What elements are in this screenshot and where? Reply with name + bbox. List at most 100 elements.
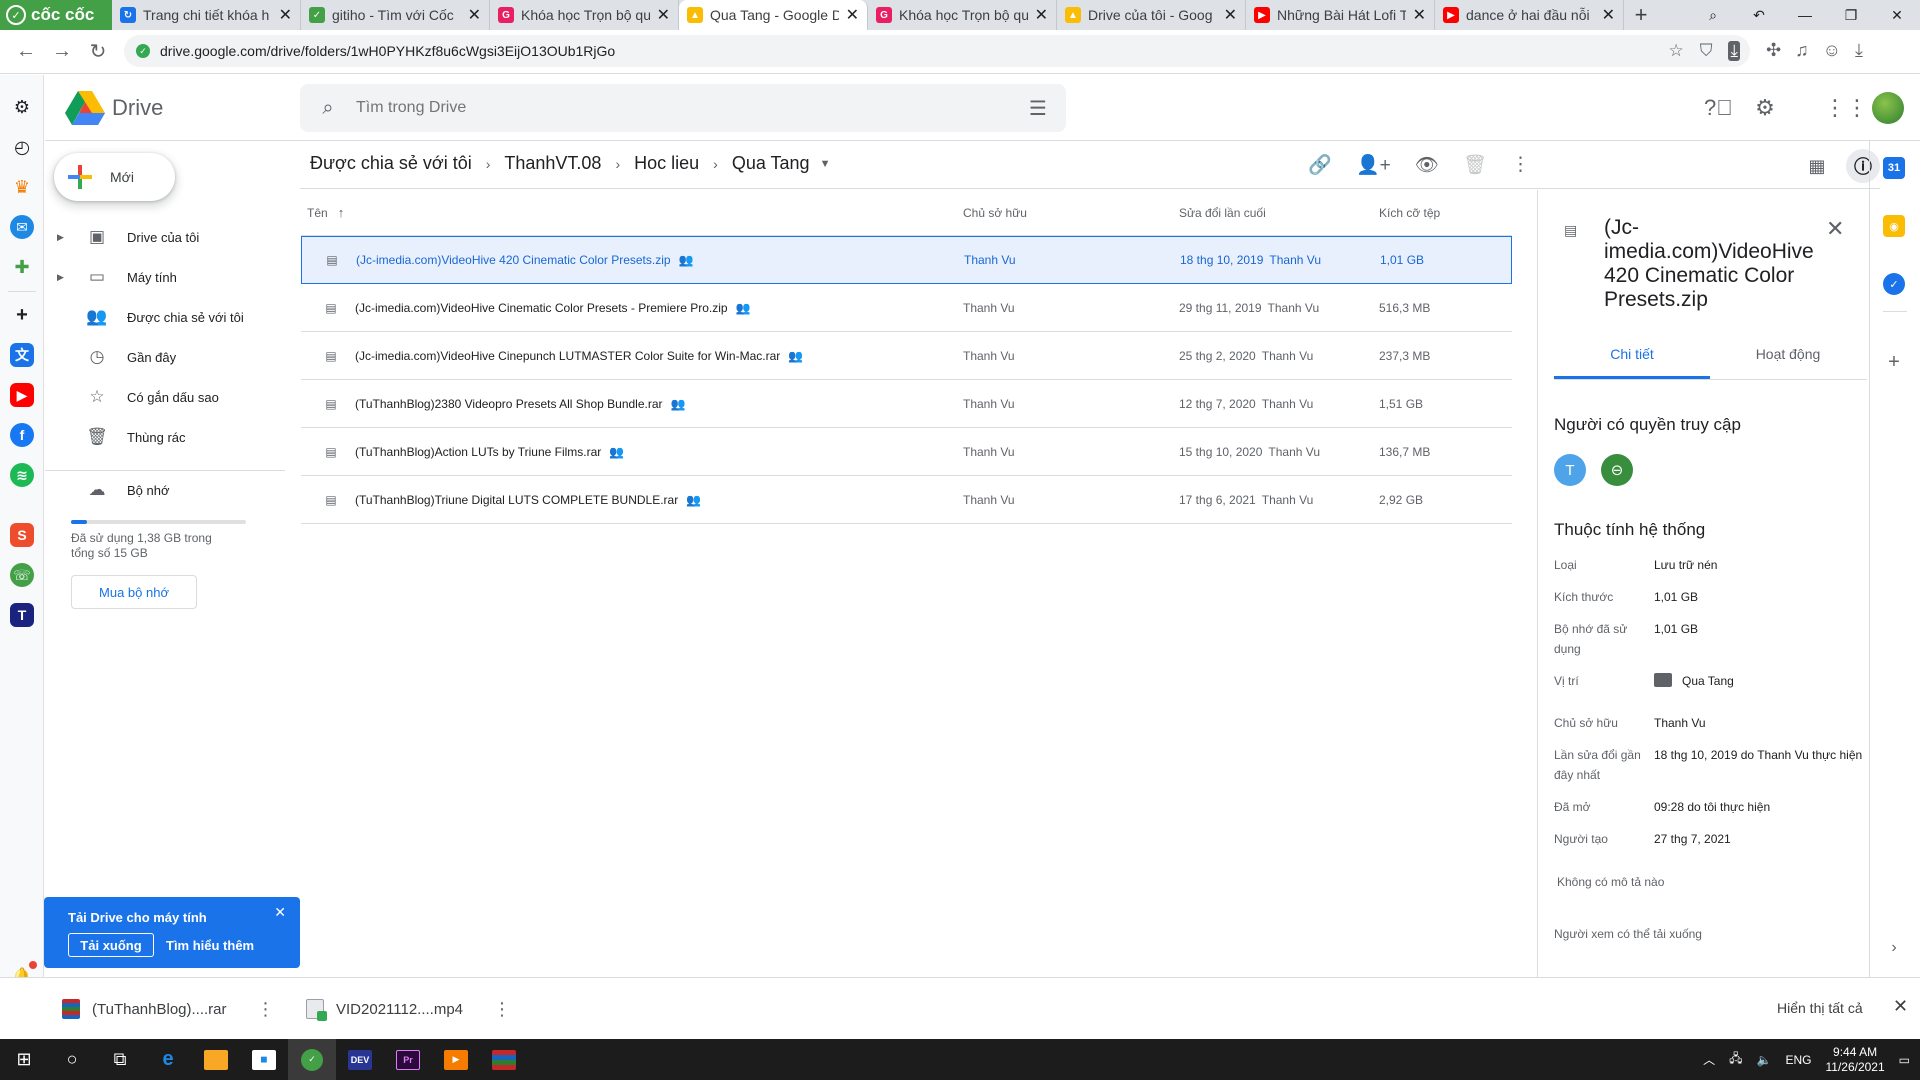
nav-item-trash[interactable]: 🗑 Thùng rác <box>45 421 285 453</box>
close-tab-icon[interactable]: ✕ <box>657 5 670 25</box>
coccoc-menu-button[interactable]: ✓ cốc cốc <box>0 0 112 30</box>
tray-chevron-up-icon[interactable]: ︿ <box>1703 1051 1715 1068</box>
media-control-icon[interactable]: ♫ <box>1795 40 1809 61</box>
nav-item-computer[interactable]: ▶ ▭ Máy tính <box>45 261 285 293</box>
nav-item-drive[interactable]: ▶ ▣ Drive của tôi <box>45 221 285 253</box>
apps-grid-icon[interactable]: ⋮⋮⋮ <box>1824 95 1890 121</box>
extensions-puzzle-icon[interactable]: ✣ <box>1766 40 1781 61</box>
column-header-owner[interactable]: Chủ sở hữu <box>963 206 1179 220</box>
restore-button[interactable]: ❐ <box>1828 7 1874 24</box>
file-row[interactable]: ▤ (Jc-imedia.com)VideoHive 420 Cinematic … <box>301 236 1512 284</box>
drive-logo-text[interactable]: Drive <box>112 95 163 121</box>
close-tab-icon[interactable]: ✕ <box>846 5 859 25</box>
profile-icon[interactable]: ☺ <box>1823 40 1841 61</box>
close-window-button[interactable]: ✕ <box>1874 7 1920 24</box>
address-bar[interactable]: ✓ drive.google.com/drive/folders/1wH0PYH… <box>124 35 1750 67</box>
taskbar-search-icon[interactable]: ○ <box>48 1039 96 1080</box>
column-header-name[interactable]: Tên <box>307 206 328 220</box>
expand-caret-icon[interactable]: ▶ <box>57 272 71 283</box>
expand-panel-chevron-icon[interactable]: › <box>1883 937 1905 959</box>
bookmark-star-icon[interactable]: ☆ <box>1668 41 1683 61</box>
file-row[interactable]: ▤ (TuThanhBlog)Action LUTs by Triune Film… <box>301 428 1512 476</box>
folder-dropdown-icon[interactable]: ▼ <box>820 158 831 170</box>
browser-tab[interactable]: G Khóa học Trọn bộ qu ✕ <box>868 0 1057 30</box>
tab-details[interactable]: Chi tiết <box>1554 344 1710 379</box>
search-icon[interactable]: ⌕ <box>300 97 356 120</box>
close-tab-icon[interactable]: ✕ <box>279 5 292 25</box>
file-row[interactable]: ▤ (TuThanhBlog)2380 Videopro Presets All … <box>301 380 1512 428</box>
media-player-icon[interactable]: ▶ <box>432 1039 480 1080</box>
buy-storage-button[interactable]: Mua bộ nhớ <box>71 575 197 609</box>
drive-logo-icon[interactable] <box>65 91 105 125</box>
location-link[interactable]: Qua Tang <box>1682 674 1734 688</box>
reload-icon[interactable]: ↻ <box>80 39 116 64</box>
nav-item-shared[interactable]: 👥 Được chia sẻ với tôi <box>45 301 285 333</box>
add-sidebar-app-icon[interactable]: + <box>10 303 34 327</box>
get-link-icon[interactable]: 🔗 <box>1308 153 1332 177</box>
download-item-menu-icon[interactable]: ⋮ <box>493 999 511 1020</box>
spotify-icon[interactable]: ≋ <box>10 463 34 487</box>
new-button[interactable]: Mới <box>54 153 175 201</box>
keep-icon[interactable]: ◉ <box>1883 215 1905 237</box>
winrar-taskbar-icon[interactable] <box>480 1039 528 1080</box>
get-addons-icon[interactable]: + <box>1883 351 1905 373</box>
tasks-icon[interactable]: ✓ <box>1883 273 1905 295</box>
access-link-icon[interactable]: ⊖ <box>1601 454 1633 486</box>
file-row[interactable]: ▤ (Jc-imedia.com)VideoHive Cinematic Colo… <box>301 284 1512 332</box>
show-all-downloads-link[interactable]: Hiển thị tất cả <box>1777 1000 1863 1016</box>
sort-arrow-up-icon[interactable]: ↑ <box>338 205 345 220</box>
coccoc-taskbar-icon[interactable]: ✓ <box>288 1039 336 1080</box>
chat-icon[interactable]: ☏ <box>10 563 34 587</box>
browser-tab[interactable]: ↻ Trang chi tiết khóa h ✕ <box>112 0 301 30</box>
settings-gear-icon[interactable]: ⚙ <box>1752 95 1778 121</box>
browser-tab[interactable]: ▶ Những Bài Hát Lofi T ✕ <box>1246 0 1435 30</box>
close-details-icon[interactable]: ✕ <box>1826 216 1844 242</box>
action-center-icon[interactable]: ▭ <box>1899 1053 1910 1067</box>
tab-search-icon[interactable]: ⌕ <box>1690 7 1736 24</box>
game-controller-icon[interactable]: ✚ <box>10 255 34 279</box>
preview-eye-icon[interactable]: 👁 <box>1415 153 1439 177</box>
premiere-pro-icon[interactable]: Pr <box>384 1039 432 1080</box>
download-icon[interactable]: ⤓ <box>1728 41 1740 61</box>
access-user-avatar[interactable]: T <box>1554 454 1586 486</box>
tiki-icon[interactable]: T <box>10 603 34 627</box>
close-tab-icon[interactable]: ✕ <box>1602 5 1615 25</box>
shield-icon[interactable]: ⛉ <box>1700 41 1713 61</box>
minimize-button[interactable]: — <box>1782 7 1828 23</box>
history-icon[interactable]: ◴ <box>10 135 34 159</box>
task-view-icon[interactable]: ⧉ <box>96 1039 144 1080</box>
facebook-icon[interactable]: f <box>10 423 34 447</box>
remove-trash-icon[interactable]: 🗑 <box>1463 153 1487 177</box>
settings-gear-icon[interactable]: ⚙ <box>10 95 34 119</box>
back-arrow-icon[interactable]: ← <box>8 40 44 63</box>
account-avatar[interactable] <box>1872 92 1904 124</box>
drive-search-box[interactable]: ⌕ ☰ <box>300 84 1066 132</box>
browser-tab[interactable]: ▶ dance ở hai đầu nỗi ✕ <box>1435 0 1624 30</box>
close-download-shelf-icon[interactable]: ✕ <box>1893 996 1908 1017</box>
forward-arrow-icon[interactable]: → <box>44 40 80 63</box>
shopee-icon[interactable]: S <box>10 523 34 547</box>
volume-icon[interactable]: 🔈 <box>1757 1053 1772 1067</box>
grid-view-icon[interactable]: ▦ <box>1800 149 1834 183</box>
download-item[interactable]: VID2021112....mp4 ⋮ <box>306 992 511 1026</box>
expand-caret-icon[interactable]: ▶ <box>57 232 71 243</box>
taskbar-clock[interactable]: 9:44 AM 11/26/2021 <box>1825 1045 1884 1075</box>
browser-tab[interactable]: ▲ Drive của tôi - Goog ✕ <box>1057 0 1246 30</box>
share-add-person-icon[interactable]: 👤+ <box>1356 153 1391 177</box>
crown-icon[interactable]: ♛ <box>10 175 34 199</box>
promo-download-button[interactable]: Tải xuống <box>68 933 154 957</box>
file-row[interactable]: ▤ (Jc-imedia.com)VideoHive Cinepunch LUTM… <box>301 332 1512 380</box>
browser-tab[interactable]: G Khóa học Trọn bộ qu ✕ <box>490 0 679 30</box>
tab-activity[interactable]: Hoạt động <box>1710 344 1866 379</box>
no-description-text[interactable]: Không có mô tả nào <box>1557 875 1664 889</box>
nav-item-star[interactable]: ☆ Có gắn dấu sao <box>45 381 285 413</box>
messenger-icon[interactable]: ✉ <box>10 215 34 239</box>
new-tab-button[interactable]: + <box>1624 0 1658 30</box>
secure-lock-icon[interactable]: ✓ <box>136 44 150 58</box>
download-item-menu-icon[interactable]: ⋮ <box>257 999 275 1020</box>
search-options-icon[interactable]: ☰ <box>1010 96 1066 121</box>
browser-tab[interactable]: ▲ Qua Tang - Google D ✕ <box>679 0 868 30</box>
promo-learn-more-link[interactable]: Tìm hiểu thêm <box>166 938 254 953</box>
breadcrumb-item[interactable]: Hoc lieu <box>634 153 699 174</box>
nav-item-storage[interactable]: ☁ Bộ nhớ <box>45 474 285 506</box>
